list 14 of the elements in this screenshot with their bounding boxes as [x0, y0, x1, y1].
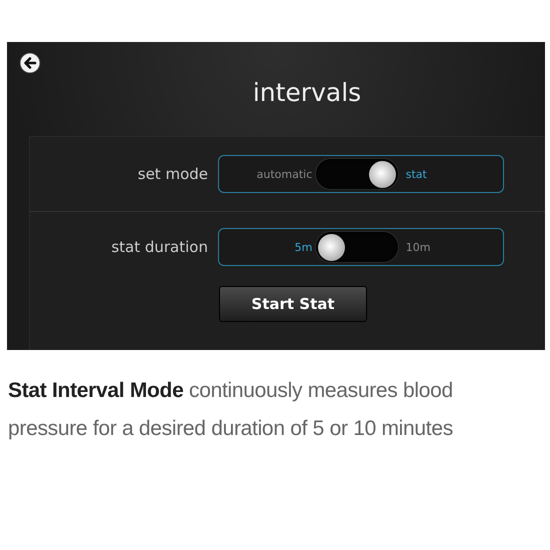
caption-text: Stat Interval Mode continuously measures blood pressure for a desired duration of 5 or 10 minutes — [8, 378, 454, 442]
toggle-switch[interactable]: automatic stat — [218, 155, 504, 193]
toggle-switch[interactable]: 5m 10m — [218, 228, 504, 266]
option-label: automatic — [256, 168, 314, 180]
back-icon[interactable] — [19, 52, 41, 74]
toggle-knob[interactable] — [368, 160, 396, 188]
toggle-knob[interactable] — [318, 234, 346, 260]
option-label: stat — [404, 168, 428, 180]
option-label: 10m — [404, 240, 432, 254]
option-label: 5m — [294, 240, 314, 254]
screen-title: intervals — [252, 78, 362, 109]
start-button[interactable]: Start Stat — [219, 286, 367, 322]
setting-label: set mode — [136, 165, 208, 183]
setting-label: stat duration — [110, 238, 208, 256]
